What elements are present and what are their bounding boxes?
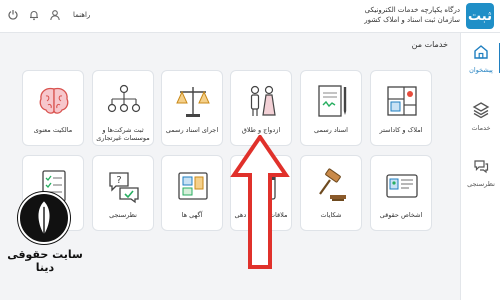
tile-label: اشخاص حقوقی xyxy=(379,211,423,219)
chat-icon xyxy=(474,160,489,174)
scales-icon xyxy=(176,87,210,117)
layers-icon xyxy=(472,102,490,119)
tile-survey[interactable]: ? نظرسنجی xyxy=(92,155,154,231)
tile-intellectual-property[interactable]: مالکیت معنوی xyxy=(22,70,84,146)
watermark: سایت حقوقی دینا xyxy=(2,190,88,300)
couple-icon xyxy=(250,85,276,116)
tile-official-documents[interactable]: اسناد رسمی xyxy=(300,70,362,146)
tile-label: اسناد رسمی xyxy=(314,126,348,134)
user-icon[interactable] xyxy=(48,8,61,21)
tile-company-registration[interactable]: ثبت شرکت‌ها و موسسات غیرتجاری xyxy=(92,70,154,146)
side-rail: پیشخوان خدمات نظرسنجی xyxy=(460,33,500,300)
portal-title: درگاه یکپارچه خدمات الکترونیکی سازمان ثب… xyxy=(290,5,460,25)
tile-label: ازدواج و طلاق xyxy=(241,126,281,134)
tile-label: نظرسنجی xyxy=(109,211,137,219)
watermark-quill-logo xyxy=(18,192,70,244)
tile-label: ثبت شرکت‌ها و موسسات غیرتجاری xyxy=(96,126,150,142)
section-title: خدمات من xyxy=(411,40,448,49)
power-icon[interactable] xyxy=(6,8,19,21)
rail-item-survey[interactable]: نظرسنجی xyxy=(461,157,500,188)
username[interactable]: راهنما xyxy=(73,11,90,19)
gavel-icon xyxy=(319,168,346,201)
tile-label: شکایات xyxy=(320,211,342,219)
header-actions: راهنما xyxy=(6,8,90,21)
rail-label-dashboard: پیشخوان xyxy=(469,66,493,74)
tile-label: املاک و کاداستر xyxy=(379,126,423,134)
tile-property-cadastre[interactable]: املاک و کاداستر xyxy=(370,70,432,146)
tile-label: آگهی ها xyxy=(181,211,203,219)
bell-icon[interactable] xyxy=(27,8,40,21)
rail-label-survey: نظرسنجی xyxy=(467,180,495,188)
survey-icon: ? xyxy=(109,172,139,204)
tile-label: اجرای اسناد رسمی xyxy=(165,126,219,134)
tile-announcements[interactable]: آگهی ها xyxy=(161,155,223,231)
org-chart-icon xyxy=(107,84,141,113)
watermark-text: سایت حقوقی دینا xyxy=(7,248,83,274)
rail-item-dashboard[interactable]: پیشخوان xyxy=(461,43,500,74)
tile-legal-entities[interactable]: اشخاص حقوقی xyxy=(370,155,432,231)
brain-icon xyxy=(39,87,69,114)
tile-document-execution[interactable]: اجرای اسناد رسمی xyxy=(161,70,223,146)
blueprint-icon xyxy=(387,86,417,116)
svg-text:?: ? xyxy=(116,175,121,186)
app-root: ثبت درگاه یکپارچه خدمات الکترونیکی سازما… xyxy=(0,0,500,300)
portal-title-line1: درگاه یکپارچه خدمات الکترونیکی xyxy=(364,6,460,14)
tile-complaints[interactable]: شکایات xyxy=(300,155,362,231)
board-icon xyxy=(178,172,208,200)
top-header: ثبت درگاه یکپارچه خدمات الکترونیکی سازما… xyxy=(0,0,500,33)
document-pen-icon xyxy=(318,85,347,117)
id-card-icon xyxy=(386,174,418,198)
tile-label: مالکیت معنوی xyxy=(33,126,73,134)
rail-item-services[interactable]: خدمات xyxy=(461,101,500,132)
rail-label-services: خدمات xyxy=(471,124,491,132)
annotation-arrow xyxy=(230,135,290,269)
portal-title-line2: سازمان ثبت اسناد و املاک کشور xyxy=(364,16,460,24)
app-logo[interactable]: ثبت xyxy=(466,3,494,29)
home-icon xyxy=(474,45,488,59)
